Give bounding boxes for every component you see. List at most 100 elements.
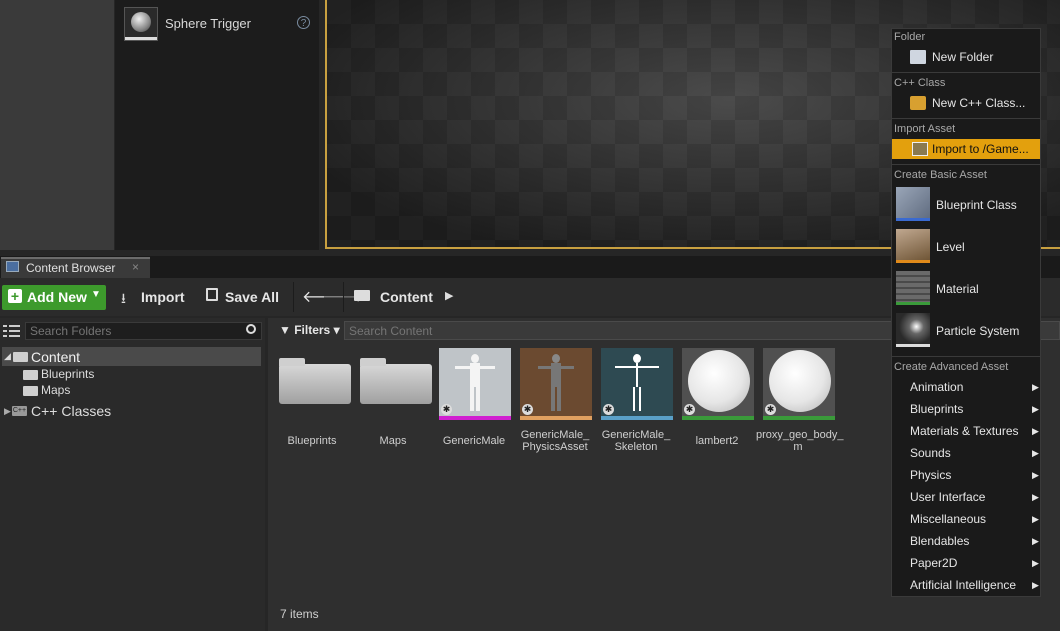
blueprint-class-icon (896, 187, 930, 221)
save-all-button[interactable]: Save All (225, 289, 279, 305)
import-image-icon (912, 142, 928, 156)
asset-label: lambert2 (695, 435, 739, 447)
menu-item-blueprints[interactable]: Blueprints (910, 402, 963, 416)
submenu-arrow-icon: ▶ (1032, 514, 1039, 524)
submenu-arrow-icon: ▶ (1032, 448, 1039, 458)
asset-tile-proxy-geo-body-m[interactable]: ✱ (763, 348, 835, 420)
tree-item-cpp-classes[interactable]: C++ Classes (31, 403, 111, 419)
collapsed-caret-icon[interactable]: ▶ (4, 406, 11, 417)
submenu-arrow-icon: ▶ (1032, 404, 1039, 414)
menu-item-materials-textures[interactable]: Materials & Textures (910, 424, 1019, 438)
submenu-arrow-icon: ▶ (1032, 382, 1039, 392)
particle-system-icon (896, 313, 930, 347)
add-icon: + (8, 289, 22, 303)
cpp-folder-icon: C++ (12, 406, 27, 416)
toolbar-divider (343, 282, 344, 312)
toolbar-divider (293, 282, 294, 312)
left-panel-strip (0, 0, 114, 250)
tree-item-blueprints[interactable]: Blueprints (41, 367, 94, 381)
folder-icon (23, 386, 38, 396)
import-icon: ⭳ (121, 290, 126, 306)
asset-label: proxy_geo_body_ m (756, 429, 844, 453)
menu-item-sounds[interactable]: Sounds (910, 446, 951, 460)
menu-item-physics[interactable]: Physics (910, 468, 951, 482)
asset-label: GenericMale (442, 435, 506, 447)
physics-asset-icon (538, 354, 574, 412)
menu-item-new-cpp-class[interactable]: New C++ Class... (932, 96, 1025, 110)
asset-label: Maps (379, 435, 407, 447)
submenu-arrow-icon: ▶ (1032, 536, 1039, 546)
menu-item-blendables[interactable]: Blendables (910, 534, 969, 548)
folder-tile-maps[interactable] (360, 358, 432, 404)
asset-tile-lambert2[interactable]: ✱ (682, 348, 754, 420)
sphere-trigger-icon (124, 7, 158, 41)
expanded-caret-icon[interactable]: ◢ (4, 351, 11, 362)
tab-label: Content Browser (26, 261, 116, 275)
search-folders-input[interactable] (25, 322, 262, 340)
asset-label: GenericMale_ PhysicsAsset (520, 429, 590, 453)
cpp-class-icon (910, 96, 926, 110)
menu-section-folder: Folder (894, 31, 926, 43)
tree-item-label: Content (31, 349, 81, 365)
folder-icon (354, 290, 370, 301)
submenu-arrow-icon: ▶ (1032, 580, 1039, 590)
menu-divider (892, 118, 1040, 119)
save-icon (206, 288, 218, 301)
menu-item-animation[interactable]: Animation (910, 380, 963, 394)
asset-label: GenericMale_ Skeleton (601, 429, 671, 453)
menu-item-artificial-intelligence[interactable]: Artificial Intelligence (910, 578, 1016, 592)
asset-tile-genericmale-physicsasset[interactable]: ✱ (520, 348, 592, 420)
menu-item-user-interface[interactable]: User Interface (910, 490, 985, 504)
submenu-arrow-icon: ▶ (1032, 492, 1039, 502)
menu-section-import: Import Asset (894, 123, 956, 135)
material-icon (896, 271, 930, 305)
asset-badge-icon: ✱ (522, 404, 533, 415)
menu-item-material[interactable]: Material (936, 282, 979, 296)
skeleton-icon (615, 354, 659, 412)
menu-item-particle-system[interactable]: Particle System (936, 324, 1019, 338)
asset-tile-genericmale[interactable]: ✱ (439, 348, 511, 420)
asset-badge-icon: ✱ (684, 404, 695, 415)
filters-button[interactable]: ▼ Filters ▾ (279, 323, 340, 337)
level-icon (896, 229, 930, 263)
filters-label: Filters (294, 323, 331, 337)
help-icon[interactable]: ? (297, 16, 310, 29)
asset-badge-icon: ✱ (441, 404, 452, 415)
folder-icon (23, 370, 38, 380)
asset-label: Blueprints (287, 435, 337, 447)
menu-divider (892, 356, 1040, 357)
menu-item-paper2d[interactable]: Paper2D (910, 556, 957, 570)
import-button[interactable]: Import (141, 289, 185, 305)
close-icon[interactable]: × (132, 260, 139, 274)
submenu-arrow-icon: ▶ (1032, 426, 1039, 436)
folder-tile-blueprints[interactable] (279, 358, 351, 404)
asset-badge-icon: ✱ (765, 404, 776, 415)
chevron-down-icon: ▼ (91, 289, 101, 300)
item-count: 7 items (280, 607, 319, 621)
new-folder-icon (910, 50, 926, 64)
material-sphere-icon (769, 350, 831, 412)
asset-tile-genericmale-skeleton[interactable]: ✱ (601, 348, 673, 420)
menu-section-cpp: C++ Class (894, 77, 946, 89)
menu-section-advanced: Create Advanced Asset (894, 361, 1009, 373)
folder-icon (13, 352, 28, 362)
material-sphere-icon (688, 350, 750, 412)
submenu-arrow-icon: ▶ (1032, 470, 1039, 480)
menu-item-level[interactable]: Level (936, 240, 965, 254)
tree-item-maps[interactable]: Maps (41, 383, 70, 397)
breadcrumb-content[interactable]: Content (380, 289, 433, 305)
menu-section-basic: Create Basic Asset (894, 169, 987, 181)
submenu-arrow-icon: ▶ (1032, 558, 1039, 568)
menu-item-blueprint-class[interactable]: Blueprint Class (936, 198, 1017, 212)
add-new-label: Add New (27, 289, 87, 305)
place-item-label: Sphere Trigger (165, 16, 251, 31)
skeletal-mesh-icon (455, 354, 495, 412)
search-icon (246, 324, 256, 334)
menu-divider (892, 164, 1040, 165)
menu-item-new-folder[interactable]: New Folder (932, 50, 993, 64)
asset-badge-icon: ✱ (603, 404, 614, 415)
menu-item-import-to-game[interactable]: Import to /Game... (932, 142, 1029, 156)
menu-item-miscellaneous[interactable]: Miscellaneous (910, 512, 986, 526)
chevron-right-icon[interactable]: ▶ (445, 289, 453, 302)
toggle-sources-icon[interactable] (3, 324, 20, 339)
